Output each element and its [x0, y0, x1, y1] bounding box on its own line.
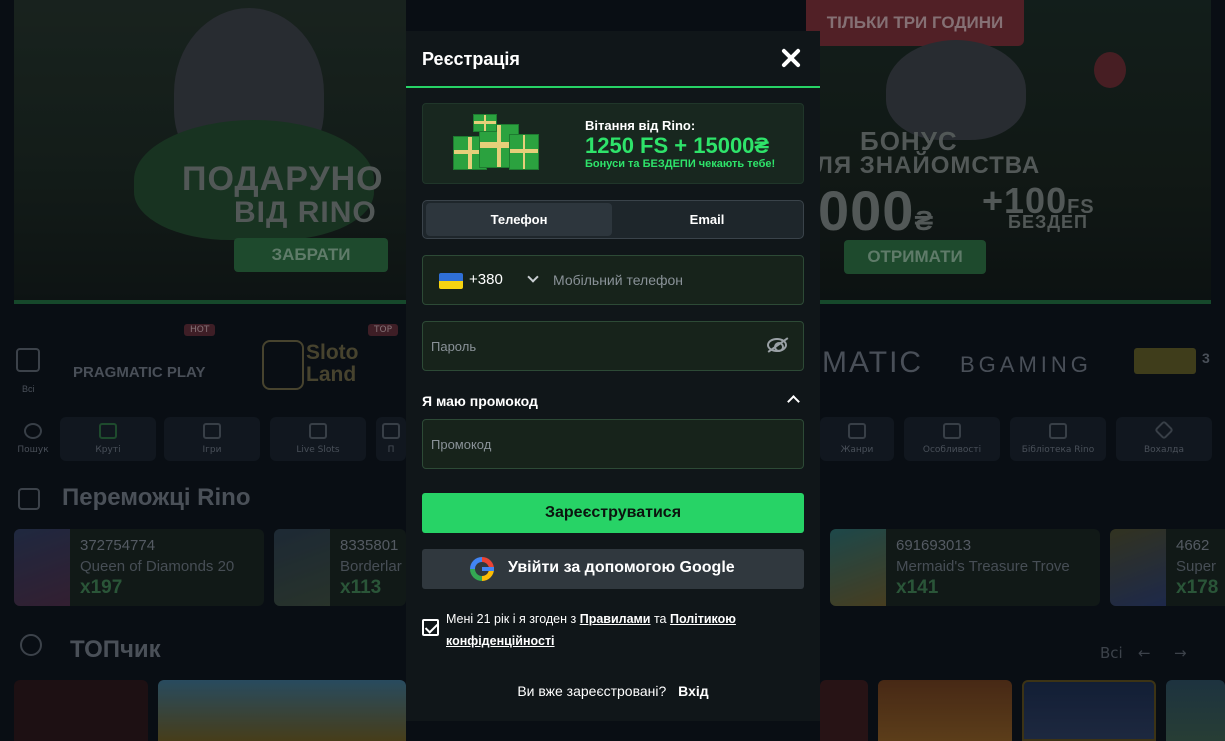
- ukraine-flag-icon[interactable]: [439, 273, 463, 289]
- close-icon[interactable]: [780, 47, 802, 69]
- phone-input[interactable]: [553, 256, 793, 304]
- welcome-bonus-banner: Вітання від Rino: 1250 FS + 15000₴ Бонус…: [422, 103, 804, 184]
- google-signin-label: Увійти за допомогою Google: [508, 559, 735, 576]
- consent-prefix: Мені 21 рік і я згоден з: [446, 612, 580, 626]
- terms-consent: Мені 21 рік і я згоден з Правилами та По…: [422, 605, 804, 649]
- consent-text: Мені 21 рік і я згоден з Правилами та По…: [446, 608, 796, 652]
- modal-title: Реєстрація: [422, 49, 520, 69]
- welcome-subtext: Бонуси та БЕЗДЕПИ чекають тебе!: [585, 158, 776, 170]
- welcome-bonus-text: Вітання від Rino: 1250 FS + 15000₴ Бонус…: [585, 118, 775, 170]
- signup-method-tabs: Телефон Email: [422, 200, 804, 239]
- modal-header: Реєстрація: [406, 31, 820, 88]
- rules-link[interactable]: Правилами: [580, 612, 651, 626]
- eye-off-icon[interactable]: [767, 338, 787, 352]
- password-input[interactable]: [431, 322, 751, 370]
- phone-field: +380: [422, 255, 804, 305]
- promocode-toggle[interactable]: Я маю промокод: [422, 391, 804, 411]
- tab-phone[interactable]: Телефон: [426, 203, 612, 236]
- consent-and: та: [650, 612, 670, 626]
- login-prompt: Ви вже зареєстровані? Вхід: [406, 683, 820, 699]
- password-field: [422, 321, 804, 371]
- chevron-down-icon[interactable]: [527, 271, 539, 283]
- login-question: Ви вже зареєстровані?: [517, 683, 667, 699]
- chevron-up-icon[interactable]: [787, 395, 800, 408]
- welcome-heading: Вітання від Rino:: [585, 118, 696, 133]
- register-button[interactable]: Зареєструватися: [422, 493, 804, 533]
- tab-email[interactable]: Email: [613, 203, 801, 236]
- gift-boxes-icon: [453, 114, 545, 176]
- promocode-field: [422, 419, 804, 469]
- login-link[interactable]: Вхід: [678, 683, 709, 699]
- google-icon: [470, 557, 494, 581]
- registration-modal: Реєстрація Вітання від Rino: 1250 FS + 1…: [406, 31, 820, 721]
- country-code[interactable]: +380: [469, 271, 503, 288]
- promocode-input[interactable]: [431, 420, 751, 468]
- terms-checkbox[interactable]: [422, 619, 439, 636]
- welcome-offer: 1250 FS + 15000₴: [585, 133, 770, 158]
- promocode-toggle-label: Я маю промокод: [422, 393, 538, 409]
- google-signin-button[interactable]: Увійти за допомогою Google: [422, 549, 804, 589]
